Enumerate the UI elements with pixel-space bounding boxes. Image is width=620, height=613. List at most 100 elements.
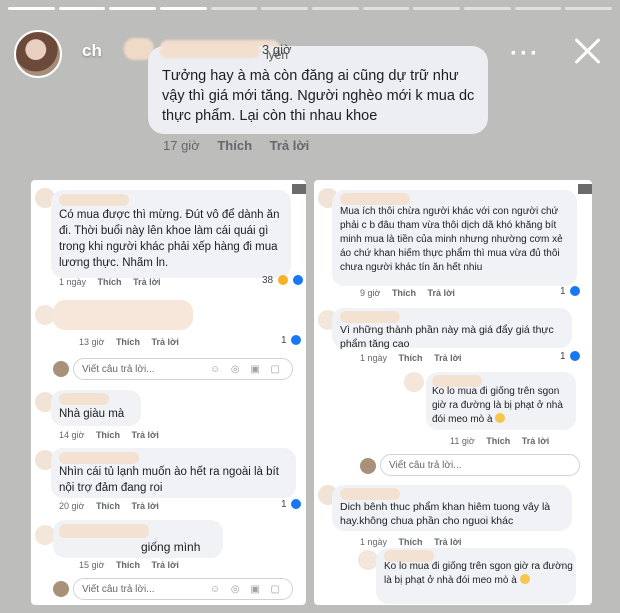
like-reaction-icon	[292, 275, 303, 286]
reply-tools-icons[interactable]: ☺ ◎ ▣ ▢	[210, 579, 284, 601]
comment-actions: 13 giờ Thích Trả lời	[79, 337, 188, 347]
comment-time: 20 giờ	[59, 501, 85, 511]
current-user-avatar	[53, 361, 69, 377]
reaction-count-value: 1	[281, 335, 287, 346]
story-progress-segment	[362, 7, 410, 10]
comment-actions: 1 ngày Thích Trả lời	[360, 537, 470, 547]
comment-text: Nhìn cái tủ lạnh muốn ào hết ra ngoài là…	[59, 466, 279, 494]
reply-button[interactable]: Trả lời	[151, 560, 178, 570]
reply-button[interactable]: Trả lời	[270, 138, 310, 153]
main-comment-bubble: Tưởng hay à mà còn đăng ai cũng dự trữ n…	[148, 46, 488, 134]
like-button[interactable]: Thích	[392, 288, 416, 298]
redacted-commenter-name	[340, 193, 410, 205]
reply-button[interactable]: Trả lời	[133, 277, 160, 287]
like-button[interactable]: Thích	[486, 436, 510, 446]
reaction-count-value: 1	[560, 286, 566, 297]
laughing-emoji-icon	[495, 413, 506, 423]
redacted-commenter-name	[59, 194, 129, 206]
reply-button[interactable]: Trả lời	[427, 288, 454, 298]
story-progress-segment	[8, 7, 55, 10]
reply-input-placeholder: Viết câu trả lời...	[82, 584, 155, 595]
comment-text: Mua ích thôi chừa người khác với con ngư…	[340, 206, 563, 273]
comment-actions: 9 giờ Thích Trả lời	[360, 288, 464, 298]
comment-text: Vì những thành phần này mà giá đẩy giá t…	[340, 324, 554, 350]
comment-time: 13 giờ	[79, 337, 105, 347]
commenter-avatar	[35, 525, 55, 545]
comment-text: Nhà giàu mà	[59, 408, 125, 420]
reaction-count: 1	[281, 335, 302, 346]
like-button[interactable]: Thích	[217, 138, 252, 153]
like-reaction-icon	[291, 335, 302, 346]
story-progress-segment	[261, 7, 309, 10]
comment-time: 1 ngày	[59, 277, 87, 287]
reply-button[interactable]: Trả lời	[131, 501, 158, 511]
comment-actions: 11 giờ Thích Trả lời	[450, 436, 558, 446]
comment-text: giống mình	[141, 540, 201, 554]
reaction-count: 1	[560, 286, 581, 297]
redacted-commenter-name	[59, 452, 139, 464]
reply-input[interactable]: Viết câu trả lời... ☺ ◎ ▣ ▢	[73, 578, 293, 600]
reply-button[interactable]: Trả lời	[434, 537, 461, 547]
reply-button[interactable]: Trả lời	[131, 430, 158, 440]
comment-time: 11 giờ	[450, 436, 475, 446]
comment-actions: 1 ngày Thích Trả lời	[360, 353, 470, 363]
reply-button[interactable]: Trả lời	[151, 337, 178, 347]
comment-actions: 14 giờ Thích Trả lời	[59, 430, 168, 440]
reaction-count-value: 1	[560, 351, 566, 362]
laughing-emoji-icon	[519, 574, 530, 584]
reply-button[interactable]: Trả lời	[522, 436, 549, 446]
story-progress-segment	[160, 7, 207, 10]
story-progress-bars	[8, 7, 613, 10]
reply-tools-icons[interactable]: ☺ ◎ ▣ ▢	[210, 359, 284, 381]
story-progress-segment	[514, 7, 562, 10]
reaction-count: 1	[560, 351, 581, 362]
reply-input[interactable]: Viết câu trả lời...	[380, 454, 580, 476]
comment-bubble-redacted	[53, 300, 193, 330]
story-author-avatar[interactable]	[14, 30, 62, 78]
reaction-count-value: 38	[262, 275, 274, 286]
comment-time: 1 ngày	[360, 353, 388, 363]
like-button[interactable]: Thích	[116, 337, 140, 347]
story-progress-segment	[413, 7, 461, 10]
commenter-avatar	[358, 550, 378, 570]
more-options-icon[interactable]: ···	[510, 40, 540, 68]
comment-time: 9 giờ	[360, 288, 381, 298]
story-progress-segment	[58, 7, 106, 10]
story-progress-segment	[565, 7, 613, 10]
story-progress-segment	[312, 7, 359, 10]
comment-actions: 20 giờ Thích Trả lời	[59, 501, 168, 511]
main-comment-time: 17 giờ	[163, 138, 200, 153]
like-button[interactable]: Thích	[96, 430, 120, 440]
like-button[interactable]: Thích	[399, 353, 423, 363]
reaction-count: 1	[281, 499, 302, 510]
right-comment-screenshot: Mua ích thôi chừa người khác với con ngư…	[314, 180, 592, 605]
redacted-commenter-name	[59, 524, 149, 538]
story-progress-segment	[109, 7, 157, 10]
current-user-avatar	[360, 458, 376, 474]
like-button[interactable]: Thích	[116, 560, 140, 570]
reaction-count: 38	[262, 275, 303, 286]
comment-text: Ko lo mua đi giống trên sgon giờ ra đườn…	[432, 385, 574, 427]
reply-input-placeholder: Viết câu trả lời...	[82, 364, 155, 375]
redacted-commenter-name	[59, 393, 109, 405]
comment-text: Có mua được thì mừng. Đút vô để dành ăn …	[59, 209, 280, 269]
panel-scroll-corner	[292, 184, 306, 194]
like-button[interactable]: Thích	[98, 277, 122, 287]
like-button[interactable]: Thích	[96, 501, 120, 511]
story-timestamp: 3 giờ	[262, 42, 292, 57]
commenter-avatar	[404, 372, 424, 392]
like-reaction-icon	[570, 286, 581, 297]
comment-time: 15 giờ	[79, 560, 105, 570]
reply-input[interactable]: Viết câu trả lời... ☺ ◎ ▣ ▢	[73, 358, 293, 380]
comment-text: Dich bênh thuc phẩm khan hiêm tuong vây …	[340, 501, 551, 527]
haha-reaction-icon	[277, 275, 288, 286]
reaction-count-value: 1	[281, 499, 287, 510]
redacted-commenter-name	[340, 311, 400, 323]
reply-button[interactable]: Trả lời	[434, 353, 461, 363]
main-comment-actions: 17 giờ Thích Trả lời	[163, 138, 323, 153]
comment-time: 1 ngày	[360, 537, 388, 547]
like-button[interactable]: Thích	[399, 537, 423, 547]
story-author-name[interactable]: ch	[82, 41, 102, 61]
comment-text-body: Ko lo mua đi giống trên sgon giờ ra đườn…	[384, 561, 573, 586]
close-icon[interactable]	[570, 34, 604, 68]
